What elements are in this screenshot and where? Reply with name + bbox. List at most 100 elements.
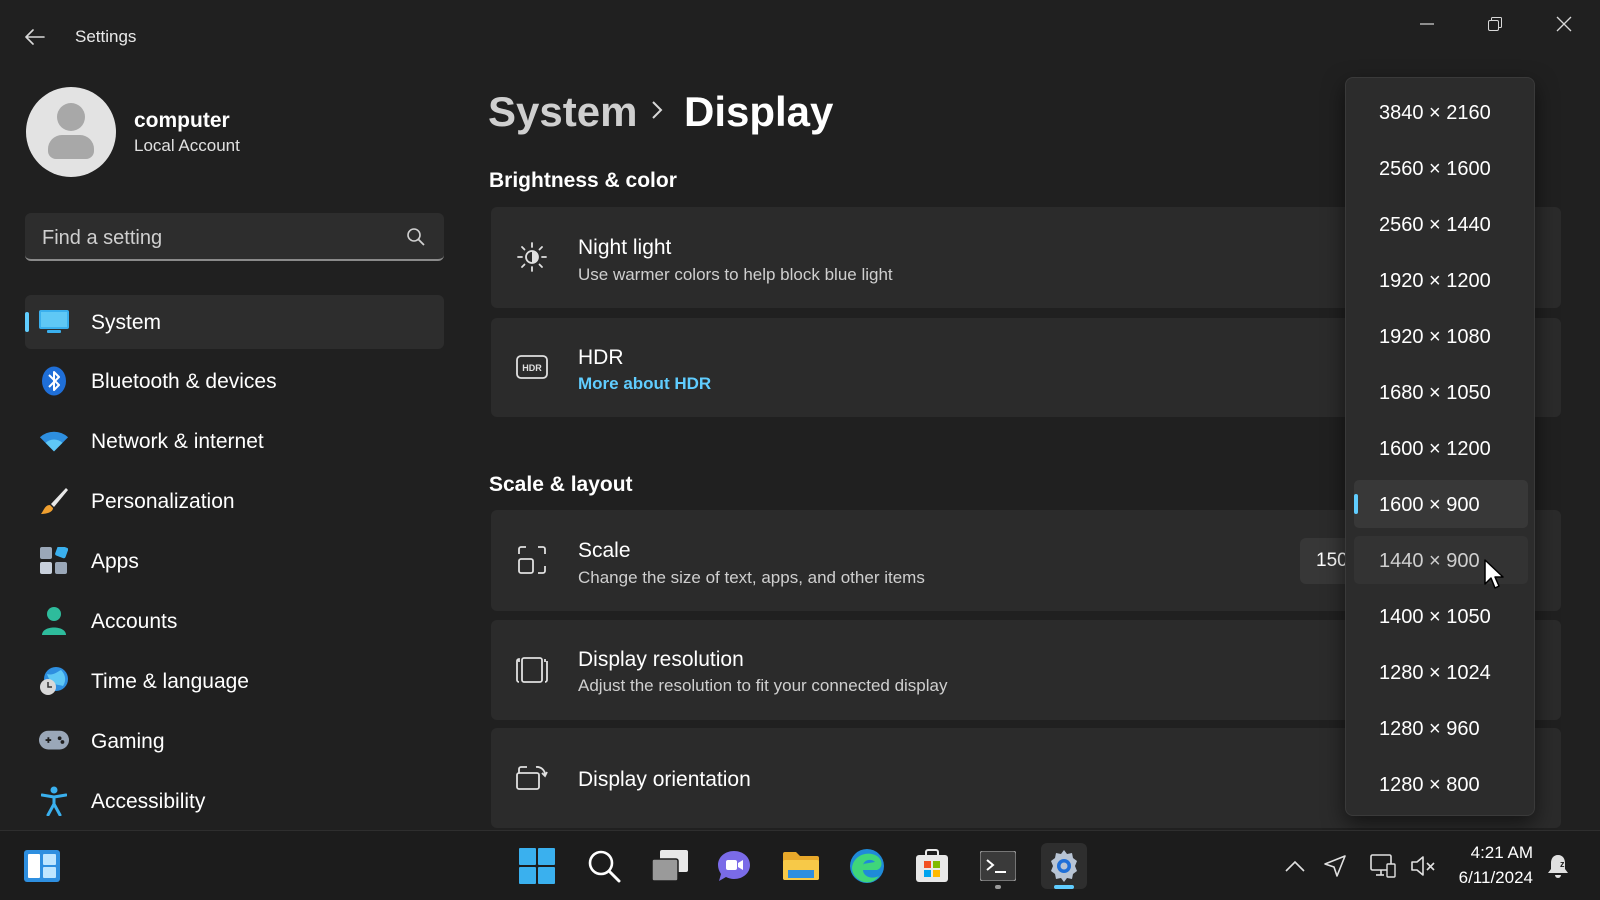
app-title: Settings <box>75 27 137 46</box>
sidebar-item-bluetooth[interactable]: Bluetooth & devices <box>25 354 444 408</box>
restore-button[interactable] <box>1472 8 1518 40</box>
orientation-title: Display orientation <box>578 768 751 791</box>
chevron-right-icon <box>652 101 663 119</box>
notifications-button[interactable]: z <box>1545 853 1571 879</box>
resolution-option[interactable]: 1400 × 1050 <box>1354 592 1528 640</box>
sidebar-item-gaming[interactable]: Gaming <box>25 714 444 768</box>
brightness-icon <box>515 240 549 274</box>
store-button[interactable] <box>909 843 955 889</box>
breadcrumb-parent[interactable]: System <box>488 88 637 136</box>
scale-subtitle: Change the size of text, apps, and other… <box>578 568 925 587</box>
start-button[interactable] <box>514 843 560 889</box>
resolution-option-label: 1280 × 1024 <box>1379 662 1491 684</box>
widgets-icon <box>24 850 60 882</box>
sidebar-item-label: Personalization <box>91 490 235 513</box>
svg-text:HDR: HDR <box>522 363 542 373</box>
resolution-option[interactable]: 1280 × 960 <box>1354 704 1528 752</box>
chevron-up-icon <box>1285 860 1305 872</box>
page-title: Display <box>684 88 834 135</box>
resolution-option-label: 1280 × 960 <box>1379 718 1480 740</box>
orientation-icon <box>515 761 549 795</box>
location-tray-button[interactable] <box>1322 853 1348 879</box>
resolution-option[interactable]: 1920 × 1200 <box>1354 256 1528 304</box>
apps-icon <box>39 546 69 576</box>
show-hidden-icons-button[interactable] <box>1282 853 1308 879</box>
clock-date: 6/11/2024 <box>1458 868 1533 887</box>
terminal-button[interactable] <box>975 843 1021 889</box>
sidebar-item-accounts[interactable]: Accounts <box>25 594 444 648</box>
notification-bell-icon: z <box>1548 855 1568 878</box>
resolution-option[interactable]: 2560 × 1440 <box>1354 200 1528 248</box>
resolution-option-label: 2560 × 1440 <box>1379 214 1491 236</box>
resolution-option[interactable]: 1280 × 1024 <box>1354 648 1528 696</box>
avatar[interactable] <box>26 87 116 177</box>
chat-icon <box>718 851 750 881</box>
close-button[interactable] <box>1541 8 1587 40</box>
resolution-option-label: 1280 × 800 <box>1379 774 1480 796</box>
back-button[interactable] <box>18 20 52 54</box>
account-type: Local Account <box>134 136 240 155</box>
scale-icon <box>515 543 549 577</box>
gear-icon <box>1051 850 1077 882</box>
location-arrow-icon <box>1324 855 1346 877</box>
sidebar-item-time-language[interactable]: Time & language <box>25 654 444 708</box>
resolution-option[interactable]: 1600 × 1200 <box>1354 424 1528 472</box>
arrow-left-icon <box>25 29 45 45</box>
minimize-button[interactable] <box>1404 8 1450 40</box>
taskbar: 4:21 AM 6/11/2024 z <box>0 830 1600 900</box>
widgets-button[interactable] <box>19 843 65 889</box>
search-input[interactable]: Find a setting <box>42 227 162 250</box>
sidebar-item-personalization[interactable]: Personalization <box>25 474 444 528</box>
sidebar-item-apps[interactable]: Apps <box>25 534 444 588</box>
chat-button[interactable] <box>711 843 757 889</box>
user-name: computer <box>134 109 230 132</box>
sidebar-item-accessibility[interactable]: Accessibility <box>25 774 444 828</box>
hdr-link[interactable]: More about HDR <box>578 374 711 394</box>
search-taskbar-button[interactable] <box>581 843 627 889</box>
sidebar-item-label: System <box>91 311 162 334</box>
sidebar-item-network[interactable]: Network & internet <box>25 414 444 468</box>
search-icon <box>588 850 621 883</box>
resolution-option[interactable]: 2560 × 1600 <box>1354 144 1528 192</box>
task-view-icon <box>652 850 688 882</box>
resolution-option[interactable]: 3840 × 2160 <box>1354 88 1528 136</box>
folder-icon <box>783 852 819 880</box>
resolution-option[interactable]: 1680 × 1050 <box>1354 368 1528 416</box>
settings-taskbar-button[interactable] <box>1041 843 1087 889</box>
clock-time: 4:21 AM <box>1470 843 1533 862</box>
svg-text:z: z <box>1560 859 1565 869</box>
resolution-dropdown-list[interactable]: 3840 × 2160 2560 × 1600 2560 × 1440 1920… <box>1345 77 1535 816</box>
windows-logo-icon <box>519 848 555 884</box>
bluetooth-icon <box>39 366 69 396</box>
store-icon <box>916 849 948 882</box>
night-light-subtitle: Use warmer colors to help block blue lig… <box>578 265 893 284</box>
accessibility-icon <box>39 786 69 816</box>
selected-indicator <box>25 312 29 332</box>
edge-browser-button[interactable] <box>844 843 890 889</box>
resolution-option[interactable]: 1920 × 1080 <box>1354 312 1528 360</box>
edge-icon <box>850 849 884 883</box>
volume-tray-button[interactable] <box>1410 853 1436 879</box>
hdr-icon: HDR <box>515 350 549 384</box>
resolution-option[interactable]: 1280 × 800 <box>1354 760 1528 808</box>
sidebar-item-label: Network & internet <box>91 430 264 453</box>
running-indicator <box>995 885 1001 889</box>
brush-icon <box>39 486 69 516</box>
network-tray-button[interactable] <box>1370 853 1396 879</box>
resolution-option-label: 1680 × 1050 <box>1379 382 1491 404</box>
file-explorer-button[interactable] <box>778 843 824 889</box>
section-title-scale-layout: Scale & layout <box>489 473 633 496</box>
resolution-option-label: 1400 × 1050 <box>1379 606 1491 628</box>
resolution-option-selected[interactable]: 1600 × 900 <box>1354 480 1528 528</box>
resolution-option-label: 1920 × 1080 <box>1379 326 1491 348</box>
minimize-icon <box>1420 23 1434 25</box>
sidebar-item-system[interactable]: System <box>25 295 444 349</box>
sidebar-item-label: Apps <box>91 550 139 573</box>
network-icon <box>1370 854 1396 878</box>
hdr-title: HDR <box>578 346 624 369</box>
task-view-button[interactable] <box>647 843 693 889</box>
sidebar-item-label: Accounts <box>91 610 178 633</box>
search-box[interactable]: Find a setting <box>25 213 444 261</box>
sidebar-item-label: Bluetooth & devices <box>91 370 277 393</box>
search-icon[interactable] <box>406 227 426 247</box>
